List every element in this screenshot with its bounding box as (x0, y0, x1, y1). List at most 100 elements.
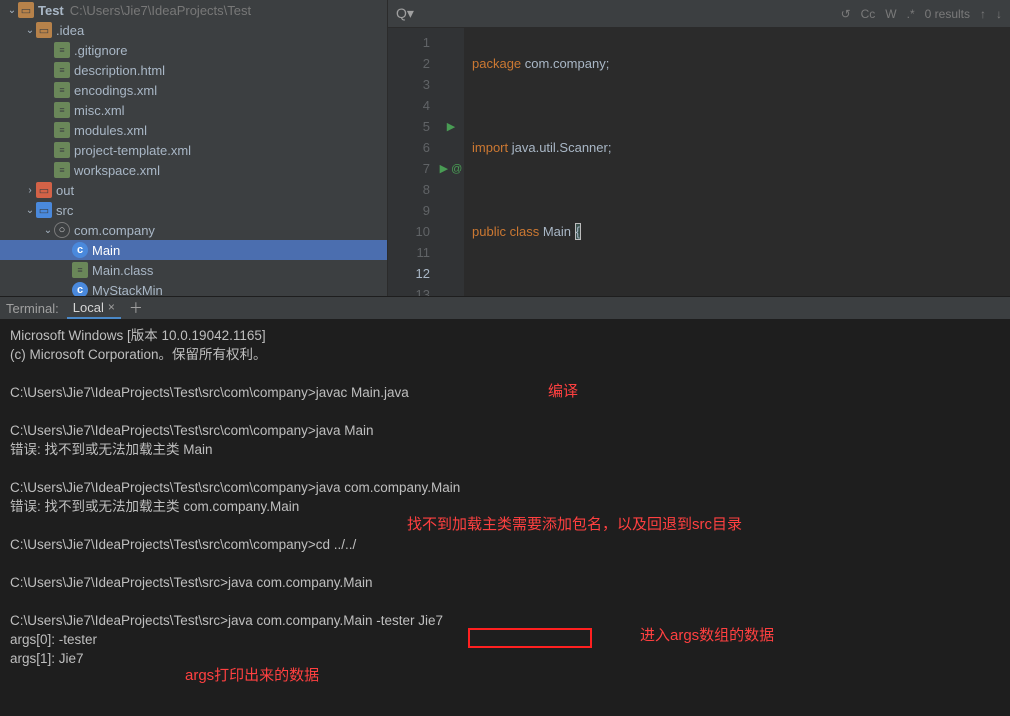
line-number[interactable]: 7 (388, 158, 430, 179)
kw: package (472, 56, 521, 71)
tree-file[interactable]: ≡ description.html (0, 60, 387, 80)
line-number[interactable]: 8 (388, 179, 430, 200)
terminal-line: C:\Users\Jie7\IdeaProjects\Test\src\com\… (10, 478, 1000, 497)
tree-label: com.company (74, 223, 155, 238)
tree-label: out (56, 183, 74, 198)
annotation-compile: 编译 (548, 382, 578, 401)
code-text: Main (539, 224, 574, 239)
class-icon: c (72, 242, 88, 258)
file-icon: ≡ (54, 62, 70, 78)
terminal-line: 错误: 找不到或无法加载主类 Main (10, 440, 1000, 459)
find-next-icon[interactable]: ↓ (996, 7, 1002, 21)
tree-src-folder[interactable]: ⌄ ▭ src (0, 200, 387, 220)
terminal-line: C:\Users\Jie7\IdeaProjects\Test\src>java… (10, 573, 1000, 592)
tree-label: .gitignore (74, 43, 127, 58)
terminal[interactable]: 编译 找不到加载主类需要添加包名，以及回退到src目录 进入args数组的数据 … (0, 320, 1010, 716)
new-terminal-button[interactable]: ＋ (129, 298, 143, 318)
line-number[interactable]: 9 (388, 200, 430, 221)
gutter-mark[interactable]: ▶ @ (438, 158, 464, 179)
words-button[interactable]: W (885, 7, 896, 21)
gutter-mark[interactable] (438, 53, 464, 74)
line-number[interactable]: 10 (388, 221, 430, 242)
line-number[interactable]: 3 (388, 74, 430, 95)
match-case-button[interactable]: Cc (861, 7, 876, 21)
root-name: Test (38, 3, 64, 18)
tree-file[interactable]: ≡ encodings.xml (0, 80, 387, 100)
gutter-mark[interactable] (438, 95, 464, 116)
gutter-mark[interactable] (438, 242, 464, 263)
gutter-mark[interactable] (438, 74, 464, 95)
line-number[interactable]: 11 (388, 242, 430, 263)
brace: { (575, 223, 581, 240)
chevron-down-icon: ⌄ (6, 5, 18, 16)
line-number[interactable]: 2 (388, 53, 430, 74)
tree-class[interactable]: cMyStackMin (0, 280, 387, 296)
terminal-line: 错误: 找不到或无法加载主类 com.company.Main (10, 497, 1000, 516)
gutter[interactable]: 12345678910111213 (388, 28, 438, 296)
terminal-line (10, 364, 1000, 383)
folder-icon: ▭ (36, 202, 52, 218)
terminal-line: C:\Users\Jie7\IdeaProjects\Test\src\com\… (10, 421, 1000, 440)
file-icon: ≡ (72, 262, 88, 278)
line-number[interactable]: 13 (388, 284, 430, 296)
tree-file[interactable]: ≡misc.xml (0, 100, 387, 120)
tree-label: modules.xml (74, 123, 147, 138)
file-icon: ≡ (54, 122, 70, 138)
chevron-down-icon: ⌄ (42, 225, 54, 236)
tree-file[interactable]: ≡project-template.xml (0, 140, 387, 160)
close-icon[interactable]: × (108, 300, 115, 314)
tree-label: encodings.xml (74, 83, 157, 98)
tree-idea-folder[interactable]: ⌄ ▭ .idea (0, 20, 387, 40)
tree-file[interactable]: ≡ modules.xml (0, 120, 387, 140)
tab-label: Local (73, 300, 104, 315)
gutter-mark[interactable] (438, 179, 464, 200)
tree-label: misc.xml (74, 103, 125, 118)
line-number[interactable]: 5 (388, 116, 430, 137)
gutter-mark[interactable] (438, 221, 464, 242)
gutter-mark[interactable]: ▶ (438, 116, 464, 137)
find-prev-icon[interactable]: ↑ (980, 7, 986, 21)
terminal-line: (c) Microsoft Corporation。保留所有权利。 (10, 345, 1000, 364)
tree-file[interactable]: ≡workspace.xml (0, 160, 387, 180)
tree-class[interactable]: cMain (0, 240, 387, 260)
annotation-box (468, 628, 592, 648)
line-number[interactable]: 4 (388, 95, 430, 116)
file-icon: ≡ (54, 82, 70, 98)
gutter-mark[interactable] (438, 137, 464, 158)
terminal-line (10, 459, 1000, 478)
find-results: 0 results (925, 7, 970, 21)
gutter-mark[interactable] (438, 200, 464, 221)
tree-root[interactable]: ⌄ ▭ Test C:\Users\Jie7\IdeaProjects\Test (0, 0, 387, 20)
class-icon: c (72, 282, 88, 296)
root-path: C:\Users\Jie7\IdeaProjects\Test (70, 3, 251, 18)
terminal-title: Terminal: (6, 301, 59, 316)
project-tree[interactable]: ⌄ ▭ Test C:\Users\Jie7\IdeaProjects\Test… (0, 0, 388, 296)
project-icon: ▭ (18, 2, 34, 18)
gutter-mark[interactable] (438, 263, 464, 284)
folder-icon: ▭ (36, 182, 52, 198)
terminal-tab-bar[interactable]: Terminal: Local × ＋ (0, 296, 1010, 320)
tree-class[interactable]: ≡Main.class (0, 260, 387, 280)
find-history-icon[interactable]: ↺ (841, 7, 851, 21)
line-number[interactable]: 1 (388, 32, 430, 53)
find-bar[interactable]: Q▾ ↺ Cc W .* 0 results ↑ ↓ (388, 0, 1010, 28)
code-body[interactable]: package com.company; import java.util.Sc… (464, 28, 1010, 296)
regex-button[interactable]: .* (907, 7, 915, 21)
tree-package[interactable]: ⌄ ○ com.company (0, 220, 387, 240)
terminal-tab-local[interactable]: Local × (67, 298, 121, 319)
line-number[interactable]: 12 (388, 263, 430, 284)
line-number[interactable]: 6 (388, 137, 430, 158)
terminal-line: Microsoft Windows [版本 10.0.19042.1165] (10, 326, 1000, 345)
gutter-marks[interactable]: ▶ ▶ @ (438, 28, 464, 296)
gutter-mark[interactable] (438, 284, 464, 296)
terminal-line (10, 402, 1000, 421)
terminal-line: C:\Users\Jie7\IdeaProjects\Test\src\com\… (10, 383, 1000, 402)
tree-label: project-template.xml (74, 143, 191, 158)
terminal-line (10, 592, 1000, 611)
terminal-line: args[1]: Jie7 (10, 649, 1000, 668)
gutter-mark[interactable] (438, 32, 464, 53)
package-icon: ○ (54, 222, 70, 238)
tree-label: description.html (74, 63, 165, 78)
tree-file[interactable]: ≡.gitignore (0, 40, 387, 60)
tree-out-folder[interactable]: › ▭ out (0, 180, 387, 200)
